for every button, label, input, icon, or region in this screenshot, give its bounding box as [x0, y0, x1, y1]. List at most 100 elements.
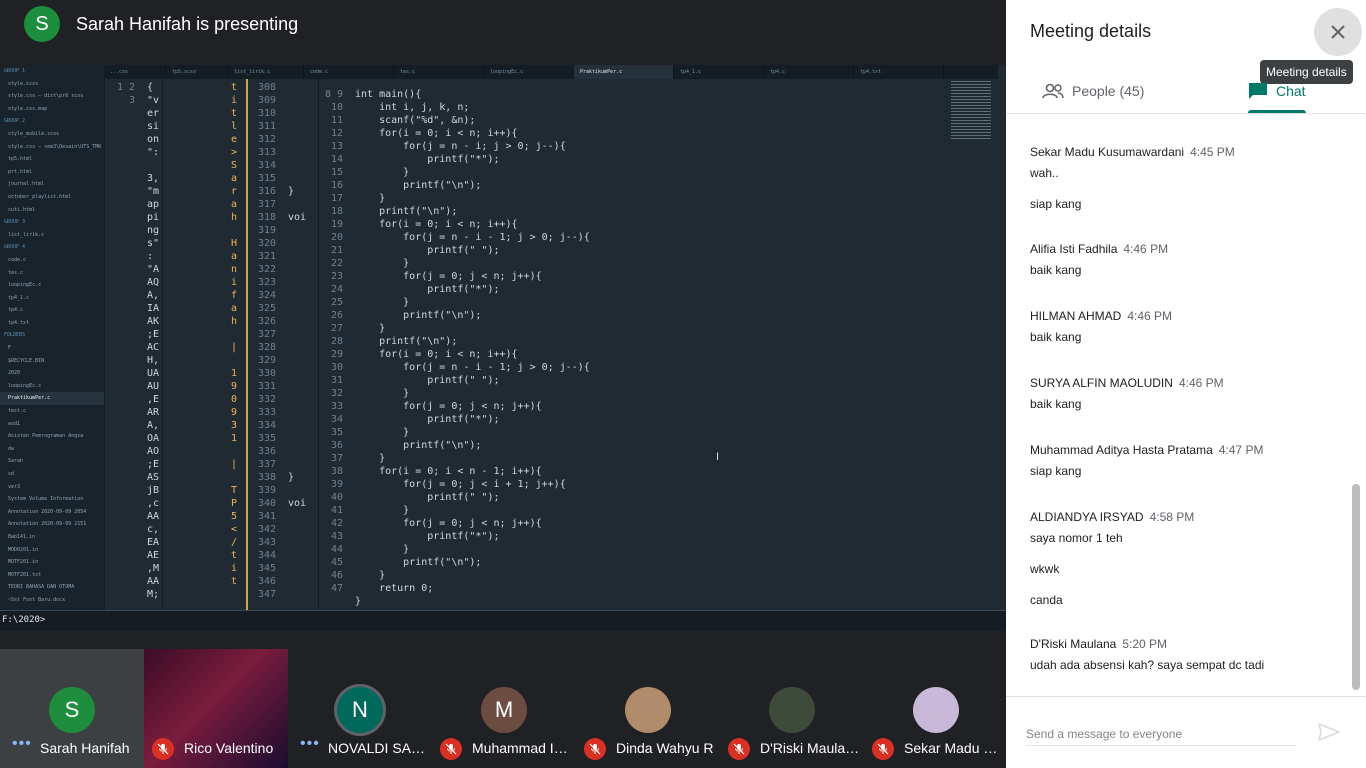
editor-tab[interactable]: ...css	[104, 65, 166, 79]
editor-tab[interactable]: list_lirik.c	[228, 65, 304, 79]
tree-item[interactable]: Annotation 2020-09-09 2054	[0, 506, 104, 519]
participant-tile[interactable]: Sekar Madu K...	[864, 649, 1008, 768]
terminal-prompt[interactable]: F:\2020>	[0, 610, 1006, 631]
editor-minimap[interactable]	[951, 81, 991, 141]
meet-window: S Sarah Hanifah is presenting ...css tpS.…	[0, 0, 1366, 768]
tree-item[interactable]: tp4.txt	[0, 317, 104, 330]
tree-item[interactable]: october_playlist.html	[0, 191, 104, 204]
participant-name: NOVALDI SANDI	[328, 740, 432, 756]
chat-sender: Sekar Madu Kusumawardani 4:45 PM	[1030, 145, 1340, 159]
tree-item[interactable]: loopingEc.c	[0, 380, 104, 393]
editor-tab[interactable]: tp4_1.c	[674, 65, 764, 79]
tree-item[interactable]: loopingEc.c	[0, 279, 104, 292]
editor-tab[interactable]: tp4.txt	[854, 65, 944, 79]
tab-chat-label: Chat	[1276, 83, 1306, 99]
chat-message-text: baik kang	[1030, 263, 1082, 277]
tab-people[interactable]: People (45)	[1042, 68, 1144, 114]
participant-avatar	[625, 687, 671, 733]
editor-tab[interactable]: tes.c	[394, 65, 484, 79]
shared-screen: ...css tpS.scss list_lirik.c code.c tes.c loo…	[0, 65, 1006, 631]
tree-item[interactable]: code.c	[0, 254, 104, 267]
code-line: for(j = n - i; j > 0; j--){	[355, 141, 566, 152]
tree-item[interactable]: Sarah	[0, 455, 104, 468]
tree-item[interactable]: TEORI BAHASA DAN OTOMA	[0, 581, 104, 594]
tree-item[interactable]: tp4.c	[0, 304, 104, 317]
participant-tile[interactable]: S ••• Sarah Hanifah	[0, 649, 144, 768]
pane-1-text: { "v er si on ": 3, "m ap pi ng s" : "A …	[147, 82, 160, 600]
participant-tile[interactable]: Dinda Wahyu R	[576, 649, 720, 768]
chat-scrollbar[interactable]	[1352, 484, 1360, 690]
code-line: printf("\n");	[355, 440, 482, 451]
tree-item[interactable]: style.css — dist\pr6 scss	[0, 90, 104, 103]
file-tree: GROUP 1 style.scss style.css — dist\pr6 sc…	[0, 65, 104, 610]
chat-sender-name: ALDIANDYA IRSYAD	[1030, 510, 1144, 524]
editor-tab[interactable]: tp4.c	[764, 65, 854, 79]
participant-tile[interactable]: M Muhammad Iq...	[432, 649, 576, 768]
editor-tab[interactable]: code.c	[304, 65, 394, 79]
participant-name: Sekar Madu K...	[904, 740, 1005, 756]
tree-item[interactable]: Annotation 2020-09-09 2151	[0, 518, 104, 531]
tree-item[interactable]: sd	[0, 468, 104, 481]
tree-item[interactable]: PraktikumPer.c	[0, 392, 104, 406]
code-line: int main(){	[355, 89, 422, 100]
participant-strip: S ••• Sarah Hanifah Rico Valentino N ••• NOVAL…	[0, 649, 1008, 768]
code-editor[interactable]: int main(){ int i, j, k, n; scanf("%d", …	[355, 88, 590, 608]
tree-item[interactable]: style.css — sem3\Desain\UTS_TMK	[0, 141, 104, 154]
editor-tab[interactable]: loopingEc.c	[484, 65, 574, 79]
tree-item[interactable]: ~Sst Font Baru.docx	[0, 594, 104, 607]
code-line: }	[355, 505, 410, 516]
tree-item[interactable]: MOTF201.in	[0, 556, 104, 569]
tree-item[interactable]: dw	[0, 443, 104, 456]
tree-item[interactable]: tes.c	[0, 267, 104, 280]
tree-item[interactable]: tp5.html	[0, 153, 104, 166]
tree-item[interactable]: tp4_1.c	[0, 292, 104, 305]
chat-timestamp: 4:47 PM	[1218, 443, 1264, 457]
participant-name: Dinda Wahyu R	[616, 740, 714, 756]
tree-item[interactable]: cuti.html	[0, 204, 104, 217]
tree-item[interactable]: $RECYCLE.BIN	[0, 355, 104, 368]
chat-sender: HILMAN AHMAD 4:46 PM	[1030, 309, 1340, 323]
tree-item[interactable]: Asisten Pemrograman Angsa	[0, 430, 104, 443]
chat-sender-name: Muhammad Aditya Hasta Pratama	[1030, 443, 1213, 457]
tree-item[interactable]: asd1	[0, 418, 104, 431]
tree-item[interactable]: style.css.map	[0, 103, 104, 116]
participant-tile[interactable]: Rico Valentino	[144, 649, 288, 768]
pane-3-text: } voi } voi	[288, 186, 307, 509]
tree-item[interactable]: style_mobile.scss	[0, 128, 104, 141]
text-cursor-icon: I	[716, 451, 720, 463]
tree-item[interactable]: MOTF201.txt	[0, 569, 104, 582]
tree-item[interactable]: F	[0, 342, 104, 355]
code-line: }	[355, 167, 410, 178]
participant-avatar: N	[337, 687, 383, 733]
tree-item[interactable]: journal.html	[0, 178, 104, 191]
chat-timestamp: 4:46 PM	[1127, 309, 1173, 323]
tree-item[interactable]: System Volume Information	[0, 493, 104, 506]
tree-item[interactable]: test.c	[0, 405, 104, 418]
send-button[interactable]	[1317, 722, 1342, 746]
chat-input[interactable]	[1026, 722, 1296, 746]
code-line: printf("\n");	[355, 336, 458, 347]
pane-2-text: t i t l e > S a r a h H a n i f a h | 1 …	[231, 82, 238, 587]
chat-message-list[interactable]: Sekar Madu Kusumawardani 4:45 PM wah.. siap…	[1006, 115, 1366, 695]
participant-tile[interactable]: D'Riski Maulana	[720, 649, 864, 768]
editor-tab[interactable]: tpS.scss	[166, 65, 228, 79]
code-line: }	[355, 388, 410, 399]
close-panel-button[interactable]	[1314, 8, 1362, 56]
tree-item[interactable]: prt.html	[0, 166, 104, 179]
editor-tab[interactable]: PraktikumPer.c	[574, 65, 674, 79]
editor-main-pane: 8 9 10 11 12 13 14 15 16 17 18 19 20 21 …	[318, 79, 1006, 610]
chat-sender: Alifia Isti Fadhila 4:46 PM	[1030, 242, 1340, 256]
tree-item[interactable]: list_lirik.c	[0, 229, 104, 242]
participant-tile[interactable]: N ••• NOVALDI SANDI	[288, 649, 432, 768]
tree-item[interactable]: ver3	[0, 481, 104, 494]
tree-item[interactable]: 2020	[0, 367, 104, 380]
code-line: }	[355, 297, 410, 308]
chat-message-text: udah ada absensi kah? saya sempat dc tad…	[1030, 658, 1265, 672]
tree-item[interactable]: Bab141.in	[0, 531, 104, 544]
tab-chat[interactable]: Chat	[1248, 68, 1306, 114]
chat-message: HILMAN AHMAD 4:46 PM baik kang	[1030, 309, 1340, 344]
tree-item[interactable]: MOD0201.in	[0, 544, 104, 557]
send-icon	[1317, 722, 1342, 742]
tree-item[interactable]: style.scss	[0, 78, 104, 91]
code-line: }	[355, 427, 410, 438]
